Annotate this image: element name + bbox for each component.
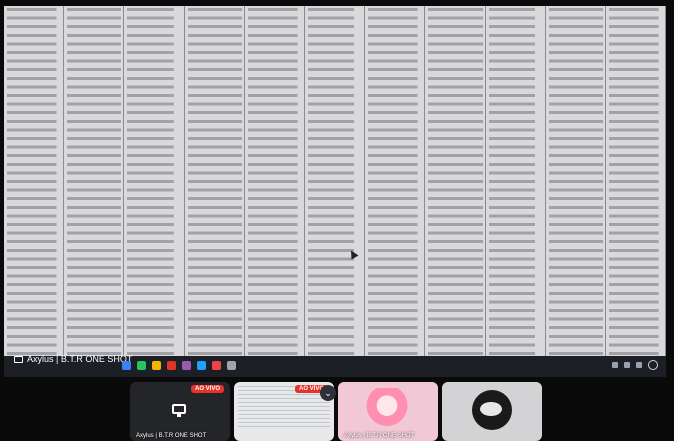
text-column (365, 6, 426, 356)
text-column (124, 6, 185, 356)
document-columns (4, 6, 666, 356)
participant-tile[interactable]: Axylus | B.T.R ONE SHOT (338, 382, 438, 441)
avatar (472, 390, 512, 430)
avatar (366, 388, 408, 432)
text-column (425, 6, 486, 356)
text-column (304, 6, 366, 356)
participant-strip: AO VIVO Axylus | B.T.R ONE SHOT AO VIVO … (0, 377, 674, 441)
text-column (184, 6, 245, 356)
system-tray (612, 360, 658, 370)
screen-share-icon (172, 404, 186, 417)
chevron-down-icon[interactable]: ⌄ (320, 385, 336, 401)
presenter-label: Axylus | B.T.R ONE SHOT (14, 354, 132, 364)
mail-icon[interactable] (167, 361, 176, 370)
network-icon[interactable] (122, 361, 131, 370)
weather-icon (612, 362, 618, 368)
text-column (244, 6, 305, 356)
folder-icon[interactable] (152, 361, 161, 370)
text-column (545, 6, 606, 356)
participant-tile[interactable]: AO VIVO Axylus | B.T.R ONE SHOT (130, 382, 230, 441)
store-icon[interactable] (182, 361, 191, 370)
participant-tile[interactable] (442, 382, 542, 441)
shared-taskbar: Axylus | B.T.R ONE SHOT (4, 354, 666, 377)
chrome-icon[interactable] (137, 361, 146, 370)
zoom-icon[interactable] (648, 360, 658, 370)
text-column (485, 6, 546, 356)
text-column (64, 6, 125, 356)
wifi-icon (624, 362, 630, 368)
app-icon[interactable] (212, 361, 221, 370)
live-badge: AO VIVO (190, 385, 224, 393)
presenter-name: Axylus | B.T.R ONE SHOT (27, 354, 133, 364)
volume-icon (636, 362, 642, 368)
participant-tile[interactable]: AO VIVO (234, 382, 334, 441)
monitor-icon (14, 355, 23, 363)
text-column (4, 6, 65, 356)
text-column (605, 6, 666, 356)
taskbar-icons (122, 361, 236, 370)
participant-name: Axylus | B.T.R ONE SHOT (136, 433, 207, 439)
participant-name: Axylus | B.T.R ONE SHOT (344, 433, 415, 439)
shared-screen-view[interactable] (4, 6, 666, 356)
edge-icon[interactable] (197, 361, 206, 370)
settings-icon[interactable] (227, 361, 236, 370)
